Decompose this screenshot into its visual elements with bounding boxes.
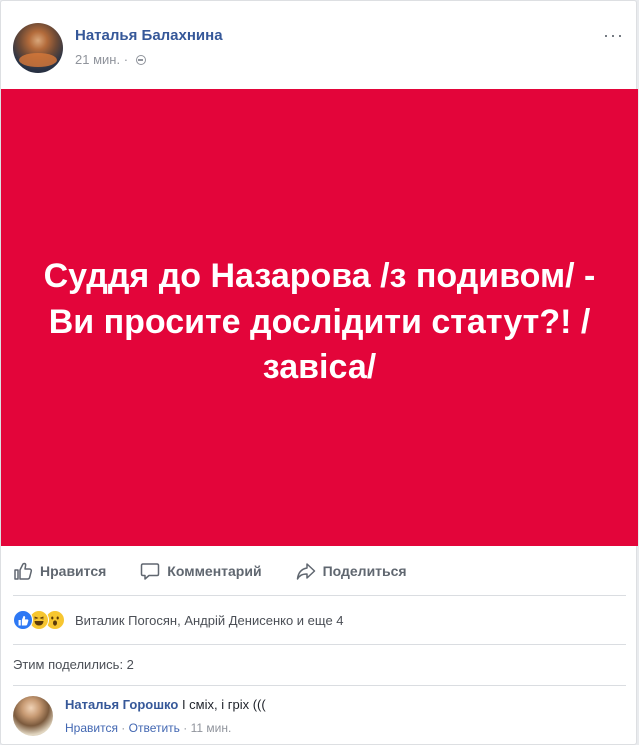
comment-meta-sep: · xyxy=(183,721,188,735)
divider xyxy=(13,595,626,596)
more-options-icon[interactable]: ··· xyxy=(603,25,624,46)
commenter-avatar[interactable] xyxy=(13,696,53,736)
divider xyxy=(13,685,626,686)
comment-meta-sep: · xyxy=(121,721,126,735)
like-label: Нравится xyxy=(40,563,107,579)
post-time[interactable]: 21 мин. xyxy=(75,52,120,67)
comment-text: І сміх, і гріх ((( xyxy=(181,697,266,712)
meta-separator: · xyxy=(123,52,129,67)
share-button[interactable]: Поделиться xyxy=(296,561,407,581)
like-button[interactable]: Нравится xyxy=(13,561,106,581)
comment-icon xyxy=(141,563,160,580)
author-name[interactable]: Наталья Балахнина xyxy=(75,27,223,44)
thumbs-up-icon xyxy=(14,562,33,580)
share-arrow-icon xyxy=(296,563,315,580)
commenter-name[interactable]: Наталья Горошко xyxy=(65,697,178,712)
post-meta: 21 мин. · xyxy=(75,52,146,67)
reactors-text[interactable]: Виталик Погосян, Андрій Денисенко и еще … xyxy=(75,613,344,628)
reaction-icons xyxy=(13,610,65,630)
comment-reply-link[interactable]: Ответить xyxy=(129,721,180,735)
reactions-summary[interactable]: Виталик Погосян, Андрій Денисенко и еще … xyxy=(13,608,344,632)
globe-icon xyxy=(135,55,146,65)
comment-like-link[interactable]: Нравится xyxy=(65,721,118,735)
comment-body: Наталья Горошко І сміх, і гріх ((( xyxy=(65,697,266,712)
post-actions: Нравится Комментарий Поделиться xyxy=(13,549,626,593)
comment-time[interactable]: 11 мин. xyxy=(191,721,232,735)
author-avatar[interactable] xyxy=(13,23,63,73)
share-label: Поделиться xyxy=(322,563,407,579)
shares-count[interactable]: Этим поделились: 2 xyxy=(13,657,134,672)
post-image[interactable]: Суддя до Назарова /з подивом/ - Ви проси… xyxy=(1,89,638,546)
post-image-text: Суддя до Назарова /з подивом/ - Ви проси… xyxy=(43,257,596,387)
comment-button[interactable]: Комментарий xyxy=(140,561,262,581)
divider xyxy=(13,644,626,645)
like-icon xyxy=(13,610,33,630)
comment-label: Комментарий xyxy=(167,563,262,579)
comment-meta: Нравится · Ответить · 11 мин. xyxy=(65,721,231,735)
comment-item: Наталья Горошко І сміх, і гріх ((( Нрави… xyxy=(13,694,626,742)
post-header: Наталья Балахнина 21 мин. · ··· xyxy=(13,21,628,77)
feed-post: Наталья Балахнина 21 мин. · ··· Суддя до… xyxy=(0,0,638,745)
